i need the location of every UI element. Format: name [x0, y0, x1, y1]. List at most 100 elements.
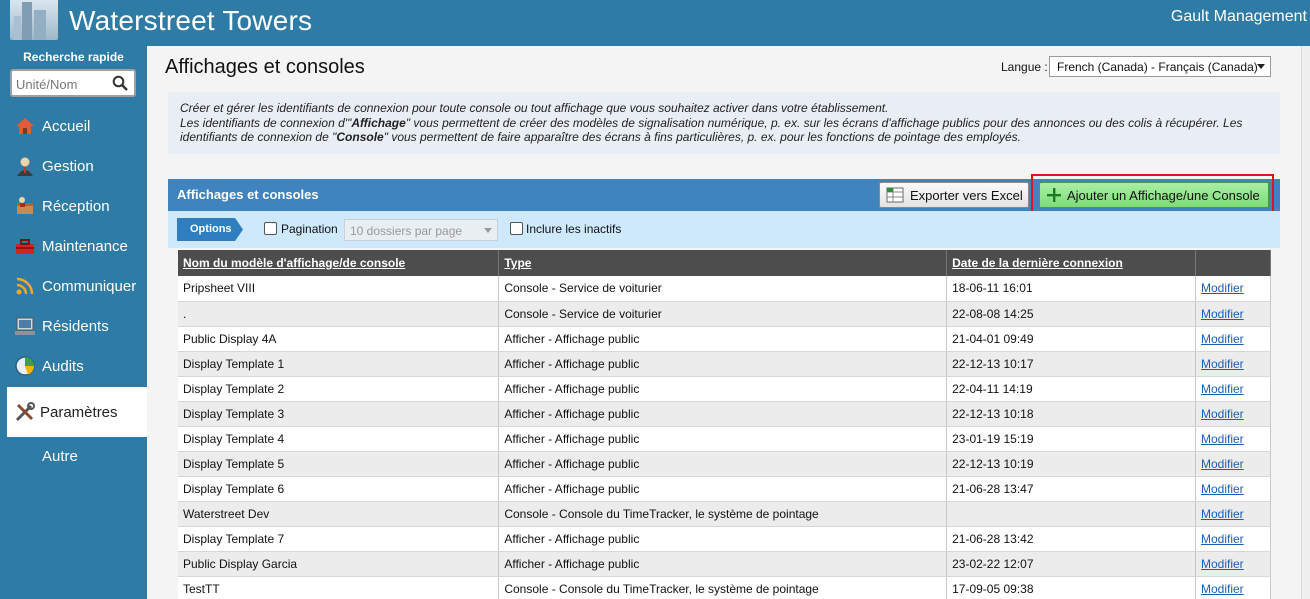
name-cell: . — [178, 301, 500, 327]
table-row: Display Template 6 Afficher - Affichage p… — [178, 476, 1272, 502]
building-logo — [10, 0, 58, 40]
edit-link[interactable]: Modifier — [1195, 551, 1272, 577]
column-header-actions — [1195, 250, 1272, 276]
sidebar-item-autre[interactable]: Autre — [7, 436, 147, 476]
table-row: Display Template 7 Afficher - Affichage p… — [178, 526, 1272, 552]
table-row: Display Template 3 Afficher - Affichage p… — [178, 401, 1272, 427]
edit-link[interactable]: Modifier — [1195, 501, 1272, 527]
quick-search-label: Recherche rapide — [23, 50, 124, 64]
last-login-cell: 22-04-11 14:19 — [946, 376, 1196, 402]
sidebar-item-parametres[interactable]: Paramètres — [7, 387, 147, 437]
edit-link[interactable]: Modifier — [1195, 476, 1272, 502]
type-cell: Console - Console du TimeTracker, le sys… — [498, 501, 948, 527]
export-excel-button[interactable]: Exporter vers Excel — [879, 182, 1029, 208]
plus-icon — [1047, 188, 1061, 202]
last-login-cell — [946, 501, 1196, 527]
column-header-name[interactable]: Nom du modèle d'affichage/de console — [178, 250, 500, 276]
sidebar-item-accueil[interactable]: Accueil — [7, 106, 147, 146]
panel-header: Affichages et consoles Exporter vers Exc… — [168, 174, 1280, 216]
name-cell: Waterstreet Dev — [178, 501, 500, 527]
sidebar-item-audits[interactable]: Audits — [7, 346, 147, 386]
manager-icon — [14, 155, 36, 177]
type-cell: Afficher - Affichage public — [498, 476, 948, 502]
sidebar-item-gestion[interactable]: Gestion — [7, 146, 147, 186]
edit-link[interactable]: Modifier — [1195, 401, 1272, 427]
edit-link[interactable]: Modifier — [1195, 426, 1272, 452]
last-login-cell: 17-09-05 09:38 — [946, 576, 1196, 599]
info-line-1: Créer et gérer les identifiants de conne… — [180, 101, 889, 115]
sidebar-item-maintenance[interactable]: Maintenance — [7, 226, 147, 266]
page-title: Affichages et consoles — [165, 56, 365, 78]
sidebar-item-reception[interactable]: Réception — [7, 186, 147, 226]
last-login-cell: 21-04-01 09:49 — [946, 326, 1196, 352]
table-header-row: Nom du modèle d'affichage/de console Typ… — [178, 250, 1272, 276]
home-icon — [14, 115, 36, 137]
options-bar: Options Pagination 10 dossiers par page … — [168, 211, 1280, 248]
package-icon — [14, 195, 36, 217]
type-cell: Console - Console du TimeTracker, le sys… — [498, 576, 948, 599]
table-row: Pripsheet VIII Console - Service de voitu… — [178, 276, 1272, 302]
type-cell: Afficher - Affichage public — [498, 351, 948, 377]
edit-link[interactable]: Modifier — [1195, 326, 1272, 352]
toolbox-icon — [14, 235, 36, 257]
pagination-label: Pagination — [281, 222, 338, 236]
vertical-scrollbar[interactable] — [1301, 46, 1310, 599]
edit-link[interactable]: Modifier — [1195, 376, 1272, 402]
table-row: Public Display 4A Afficher - Affichage pu… — [178, 326, 1272, 352]
last-login-cell: 18-06-11 16:01 — [946, 276, 1196, 302]
name-cell: Display Template 7 — [178, 526, 500, 552]
last-login-cell: 21-06-28 13:47 — [946, 476, 1196, 502]
edit-link[interactable]: Modifier — [1195, 276, 1272, 302]
edit-link[interactable]: Modifier — [1195, 576, 1272, 599]
pagination-checkbox[interactable] — [264, 222, 277, 235]
last-login-cell: 22-12-13 10:19 — [946, 451, 1196, 477]
sidebar-item-communiquer[interactable]: Communiquer — [7, 266, 147, 306]
quick-search-input[interactable] — [16, 75, 112, 93]
sidebar-item-label: Autre — [42, 447, 78, 465]
edit-link[interactable]: Modifier — [1195, 526, 1272, 552]
displays-table: Nom du modèle d'affichage/de console Typ… — [178, 250, 1272, 599]
type-cell: Afficher - Affichage public — [498, 551, 948, 577]
type-cell: Afficher - Affichage public — [498, 401, 948, 427]
per-page-select: 10 dossiers par page — [344, 219, 498, 241]
column-header-type[interactable]: Type — [498, 250, 948, 276]
panel-title: Affichages et consoles — [177, 187, 319, 202]
language-select[interactable]: French (Canada) - Français (Canada) — [1049, 56, 1271, 77]
name-cell: Display Template 5 — [178, 451, 500, 477]
name-cell: Display Template 6 — [178, 476, 500, 502]
table-row: Display Template 5 Afficher - Affichage p… — [178, 451, 1272, 477]
language-label: Langue : — [1001, 60, 1048, 74]
column-header-last-login[interactable]: Date de la dernière connexion — [946, 250, 1196, 276]
top-header: Waterstreet Towers Gault Management — [0, 0, 1310, 46]
export-excel-label: Exporter vers Excel — [910, 187, 1023, 203]
quick-search-box — [10, 69, 136, 97]
edit-link[interactable]: Modifier — [1195, 451, 1272, 477]
sidebar-item-residents[interactable]: Résidents — [7, 306, 147, 346]
sidebar-item-label: Paramètres — [40, 403, 118, 421]
add-display-console-label: Ajouter un Affichage/une Console — [1067, 187, 1260, 203]
residents-icon — [14, 315, 36, 337]
sidebar-item-label: Résidents — [42, 317, 109, 335]
name-cell: Pripsheet VIII — [178, 276, 500, 302]
sidebar-item-label: Gestion — [42, 157, 94, 175]
type-cell: Console - Service de voiturier — [498, 276, 948, 302]
include-inactive-checkbox[interactable] — [510, 222, 523, 235]
type-cell: Afficher - Affichage public — [498, 526, 948, 552]
last-login-cell: 22-12-13 10:18 — [946, 401, 1196, 427]
name-cell: Display Template 3 — [178, 401, 500, 427]
edit-link[interactable]: Modifier — [1195, 351, 1272, 377]
edit-link[interactable]: Modifier — [1195, 301, 1272, 327]
type-cell: Afficher - Affichage public — [498, 326, 948, 352]
table-row: Display Template 1 Afficher - Affichage p… — [178, 351, 1272, 377]
name-cell: Display Template 2 — [178, 376, 500, 402]
last-login-cell: 22-08-08 14:25 — [946, 301, 1196, 327]
per-page-value: 10 dossiers par page — [350, 224, 463, 238]
company-name[interactable]: Gault Management — [1171, 8, 1307, 26]
name-cell: TestTT — [178, 576, 500, 599]
type-cell: Afficher - Affichage public — [498, 451, 948, 477]
include-inactive-label: Inclure les inactifs — [526, 222, 622, 236]
options-tab[interactable]: Options — [177, 218, 243, 241]
add-display-console-button[interactable]: Ajouter un Affichage/une Console — [1039, 182, 1269, 208]
search-icon[interactable] — [112, 75, 128, 91]
app-title: Waterstreet Towers — [69, 5, 313, 36]
